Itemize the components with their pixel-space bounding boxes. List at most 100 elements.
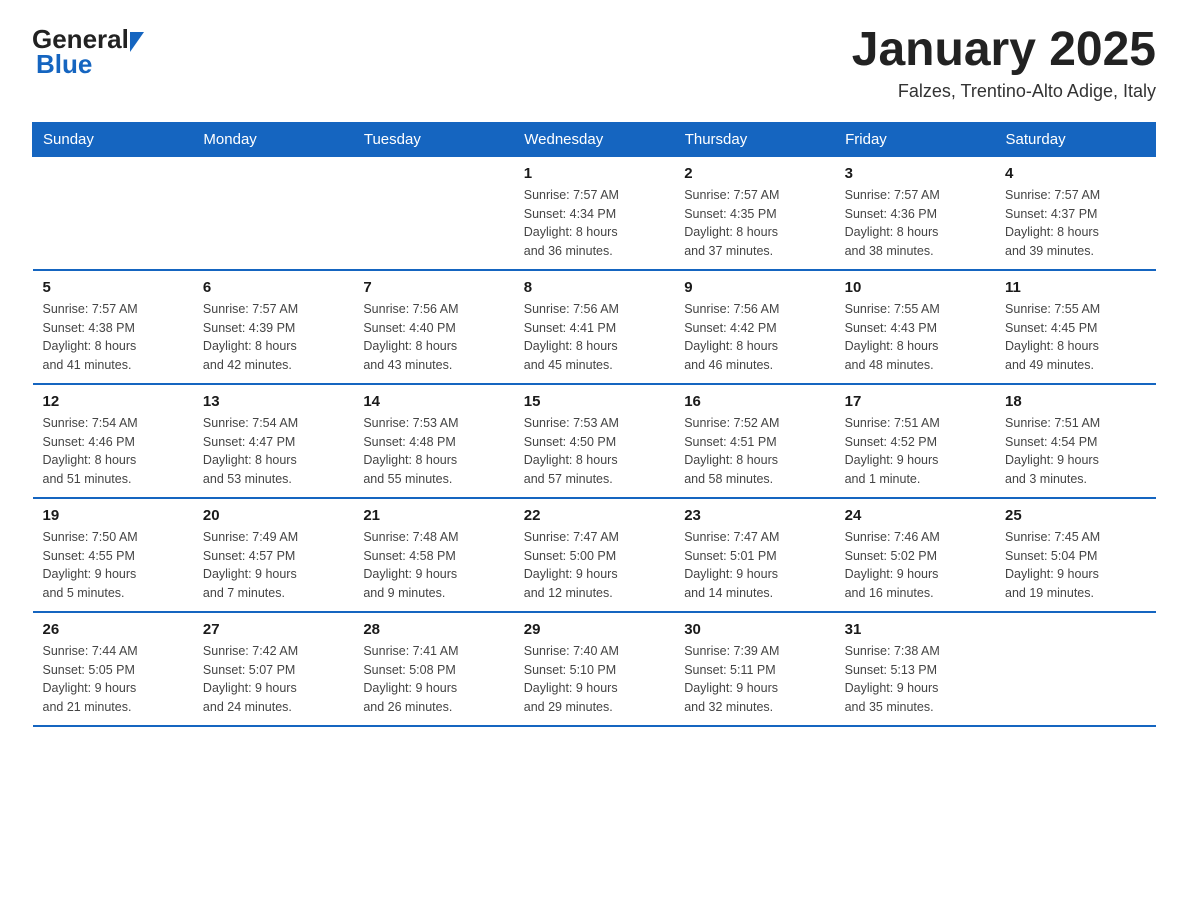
calendar-cell: 11Sunrise: 7:55 AMSunset: 4:45 PMDayligh… (995, 270, 1155, 384)
calendar-week-row: 19 Sunrise: 7:50 AMSunset: 4:55 PMDayligh… (33, 498, 1156, 612)
day-number: 19 (43, 507, 183, 524)
calendar-cell: 16 Sunrise: 7:52 AMSunset: 4:51 PMDayligh… (674, 384, 834, 498)
day-info: Sunrise: 7:56 AMSunset: 4:40 PMDaylight:… (363, 300, 503, 375)
day-number: 14 (363, 393, 503, 410)
calendar-cell: 28Sunrise: 7:41 AMSunset: 5:08 PMDayligh… (353, 612, 513, 726)
day-info: Sunrise: 7:57 AMSunset: 4:36 PMDaylight:… (845, 186, 985, 261)
calendar-cell: 3 Sunrise: 7:57 AMSunset: 4:36 PMDaylight… (835, 156, 995, 270)
calendar-cell: 9 Sunrise: 7:56 AMSunset: 4:42 PMDaylight… (674, 270, 834, 384)
calendar-cell: 25 Sunrise: 7:45 AMSunset: 5:04 PMDayligh… (995, 498, 1155, 612)
day-number: 2 (684, 165, 824, 182)
day-number: 15 (524, 393, 664, 410)
calendar-cell (193, 156, 353, 270)
day-number: 10 (845, 279, 985, 296)
day-info: Sunrise: 7:49 AMSunset: 4:57 PMDaylight:… (203, 528, 343, 603)
day-info: Sunrise: 7:50 AMSunset: 4:55 PMDaylight:… (43, 528, 183, 603)
calendar-cell: 19 Sunrise: 7:50 AMSunset: 4:55 PMDayligh… (33, 498, 193, 612)
day-info: Sunrise: 7:45 AMSunset: 5:04 PMDaylight:… (1005, 528, 1145, 603)
calendar-cell: 7 Sunrise: 7:56 AMSunset: 4:40 PMDaylight… (353, 270, 513, 384)
calendar-cell: 27 Sunrise: 7:42 AMSunset: 5:07 PMDayligh… (193, 612, 353, 726)
day-info: Sunrise: 7:57 AMSunset: 4:38 PMDaylight:… (43, 300, 183, 375)
calendar-week-row: 1Sunrise: 7:57 AMSunset: 4:34 PMDaylight… (33, 156, 1156, 270)
day-number: 3 (845, 165, 985, 182)
calendar-cell: 8 Sunrise: 7:56 AMSunset: 4:41 PMDaylight… (514, 270, 674, 384)
day-number: 5 (43, 279, 183, 296)
day-number: 21 (363, 507, 503, 524)
calendar-cell: 24 Sunrise: 7:46 AMSunset: 5:02 PMDayligh… (835, 498, 995, 612)
day-info: Sunrise: 7:48 AMSunset: 4:58 PMDaylight:… (363, 528, 503, 603)
day-number: 13 (203, 393, 343, 410)
day-number: 20 (203, 507, 343, 524)
calendar-day-header: Thursday (674, 122, 834, 156)
day-info: Sunrise: 7:56 AMSunset: 4:41 PMDaylight:… (524, 300, 664, 375)
day-info: Sunrise: 7:39 AMSunset: 5:11 PMDaylight:… (684, 642, 824, 717)
day-info: Sunrise: 7:54 AMSunset: 4:46 PMDaylight:… (43, 414, 183, 489)
calendar-cell: 4Sunrise: 7:57 AMSunset: 4:37 PMDaylight… (995, 156, 1155, 270)
day-number: 9 (684, 279, 824, 296)
day-number: 23 (684, 507, 824, 524)
day-info: Sunrise: 7:51 AMSunset: 4:52 PMDaylight:… (845, 414, 985, 489)
calendar-day-header: Saturday (995, 122, 1155, 156)
logo-blue-text: Blue (36, 49, 92, 80)
day-number: 31 (845, 621, 985, 638)
calendar-cell: 2 Sunrise: 7:57 AMSunset: 4:35 PMDaylight… (674, 156, 834, 270)
day-number: 27 (203, 621, 343, 638)
day-info: Sunrise: 7:53 AMSunset: 4:48 PMDaylight:… (363, 414, 503, 489)
day-info: Sunrise: 7:47 AMSunset: 5:00 PMDaylight:… (524, 528, 664, 603)
calendar-day-header: Tuesday (353, 122, 513, 156)
day-number: 30 (684, 621, 824, 638)
day-number: 8 (524, 279, 664, 296)
day-info: Sunrise: 7:55 AMSunset: 4:45 PMDaylight:… (1005, 300, 1145, 375)
calendar-cell: 20 Sunrise: 7:49 AMSunset: 4:57 PMDayligh… (193, 498, 353, 612)
calendar-table: SundayMondayTuesdayWednesdayThursdayFrid… (32, 122, 1156, 727)
calendar-day-header: Sunday (33, 122, 193, 156)
day-info: Sunrise: 7:47 AMSunset: 5:01 PMDaylight:… (684, 528, 824, 603)
day-info: Sunrise: 7:46 AMSunset: 5:02 PMDaylight:… (845, 528, 985, 603)
calendar-cell: 15 Sunrise: 7:53 AMSunset: 4:50 PMDayligh… (514, 384, 674, 498)
calendar-cell (353, 156, 513, 270)
day-info: Sunrise: 7:57 AMSunset: 4:35 PMDaylight:… (684, 186, 824, 261)
calendar-cell: 22Sunrise: 7:47 AMSunset: 5:00 PMDayligh… (514, 498, 674, 612)
page-title: January 2025 (852, 24, 1156, 77)
calendar-cell: 17 Sunrise: 7:51 AMSunset: 4:52 PMDayligh… (835, 384, 995, 498)
calendar-cell (33, 156, 193, 270)
calendar-cell: 26 Sunrise: 7:44 AMSunset: 5:05 PMDayligh… (33, 612, 193, 726)
day-number: 24 (845, 507, 985, 524)
calendar-cell: 6Sunrise: 7:57 AMSunset: 4:39 PMDaylight… (193, 270, 353, 384)
day-number: 1 (524, 165, 664, 182)
page-location: Falzes, Trentino-Alto Adige, Italy (852, 81, 1156, 102)
day-info: Sunrise: 7:42 AMSunset: 5:07 PMDaylight:… (203, 642, 343, 717)
calendar-cell: 21 Sunrise: 7:48 AMSunset: 4:58 PMDayligh… (353, 498, 513, 612)
calendar-cell: 30 Sunrise: 7:39 AMSunset: 5:11 PMDayligh… (674, 612, 834, 726)
day-number: 17 (845, 393, 985, 410)
logo-triangle-icon (130, 32, 144, 52)
day-number: 25 (1005, 507, 1145, 524)
day-number: 7 (363, 279, 503, 296)
day-number: 16 (684, 393, 824, 410)
calendar-day-header: Monday (193, 122, 353, 156)
calendar-week-row: 26 Sunrise: 7:44 AMSunset: 5:05 PMDayligh… (33, 612, 1156, 726)
day-info: Sunrise: 7:53 AMSunset: 4:50 PMDaylight:… (524, 414, 664, 489)
title-block: January 2025 Falzes, Trentino-Alto Adige… (852, 24, 1156, 102)
day-info: Sunrise: 7:56 AMSunset: 4:42 PMDaylight:… (684, 300, 824, 375)
day-info: Sunrise: 7:38 AMSunset: 5:13 PMDaylight:… (845, 642, 985, 717)
calendar-cell: 13 Sunrise: 7:54 AMSunset: 4:47 PMDayligh… (193, 384, 353, 498)
day-info: Sunrise: 7:57 AMSunset: 4:37 PMDaylight:… (1005, 186, 1145, 261)
day-info: Sunrise: 7:54 AMSunset: 4:47 PMDaylight:… (203, 414, 343, 489)
logo: General Blue (32, 24, 145, 80)
calendar-week-row: 5 Sunrise: 7:57 AMSunset: 4:38 PMDaylight… (33, 270, 1156, 384)
calendar-week-row: 12Sunrise: 7:54 AMSunset: 4:46 PMDayligh… (33, 384, 1156, 498)
page-header: General Blue January 2025 Falzes, Trenti… (32, 24, 1156, 102)
day-number: 29 (524, 621, 664, 638)
day-info: Sunrise: 7:41 AMSunset: 5:08 PMDaylight:… (363, 642, 503, 717)
calendar-cell: 23 Sunrise: 7:47 AMSunset: 5:01 PMDayligh… (674, 498, 834, 612)
calendar-day-header: Friday (835, 122, 995, 156)
day-number: 18 (1005, 393, 1145, 410)
calendar-cell: 29Sunrise: 7:40 AMSunset: 5:10 PMDayligh… (514, 612, 674, 726)
day-number: 26 (43, 621, 183, 638)
calendar-cell: 5 Sunrise: 7:57 AMSunset: 4:38 PMDaylight… (33, 270, 193, 384)
calendar-cell: 1Sunrise: 7:57 AMSunset: 4:34 PMDaylight… (514, 156, 674, 270)
calendar-cell: 31 Sunrise: 7:38 AMSunset: 5:13 PMDayligh… (835, 612, 995, 726)
day-info: Sunrise: 7:52 AMSunset: 4:51 PMDaylight:… (684, 414, 824, 489)
day-info: Sunrise: 7:44 AMSunset: 5:05 PMDaylight:… (43, 642, 183, 717)
